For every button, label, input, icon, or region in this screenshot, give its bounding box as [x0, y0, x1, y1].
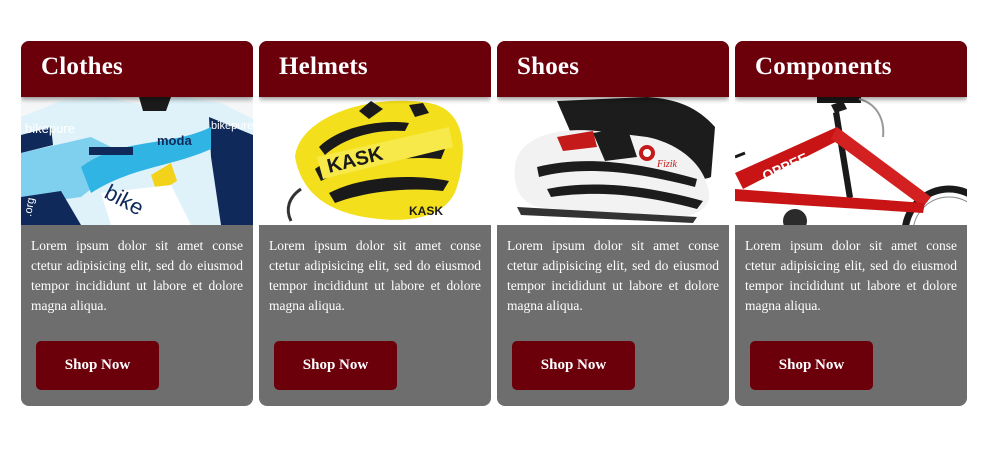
card-description: Lorem ipsum dolor sit amet conse ctetur …	[507, 238, 719, 313]
card-title: Helmets	[279, 53, 368, 80]
card-title: Components	[755, 53, 892, 80]
card-header: Shoes	[497, 41, 729, 97]
card-description: Lorem ipsum dolor sit amet conse ctetur …	[269, 238, 481, 313]
category-card-components: Components OPPEE Lorem ipsum dolor sit a…	[735, 41, 967, 406]
shop-now-button[interactable]: Shop Now	[750, 341, 873, 390]
shop-now-button[interactable]: Shop Now	[512, 341, 635, 390]
mountain-bike-image: OPPEE	[735, 97, 967, 225]
category-cards: Clothes bikepure bikepure moda bike .org…	[21, 41, 967, 406]
svg-text:KASK: KASK	[409, 204, 443, 218]
shop-now-button[interactable]: Shop Now	[36, 341, 159, 390]
card-title: Clothes	[41, 53, 123, 80]
card-header: Clothes	[21, 41, 253, 97]
jersey-brand-text: bikepure	[25, 121, 75, 136]
shoe-brand-text: Fizik	[656, 159, 678, 170]
shop-now-button[interactable]: Shop Now	[274, 341, 397, 390]
category-card-shoes: Shoes Fizik Lorem ipsum dolor sit amet c…	[497, 41, 729, 406]
card-title: Shoes	[517, 53, 580, 80]
card-description: Lorem ipsum dolor sit amet conse ctetur …	[745, 238, 957, 313]
bike-helmet-image: KASK KASK	[259, 97, 491, 225]
card-header: Helmets	[259, 41, 491, 97]
cycling-shoe-image: Fizik	[497, 97, 729, 225]
card-description: Lorem ipsum dolor sit amet conse ctetur …	[31, 238, 243, 313]
category-card-helmets: Helmets KASK KASK Lorem ipsum dolor sit …	[259, 41, 491, 406]
svg-text:bikepure: bikepure	[211, 120, 253, 132]
category-card-clothes: Clothes bikepure bikepure moda bike .org…	[21, 41, 253, 406]
jersey-sponsor-text: moda	[157, 133, 192, 148]
cycling-jersey-image: bikepure bikepure moda bike .org	[21, 97, 253, 225]
card-header: Components	[735, 41, 967, 97]
